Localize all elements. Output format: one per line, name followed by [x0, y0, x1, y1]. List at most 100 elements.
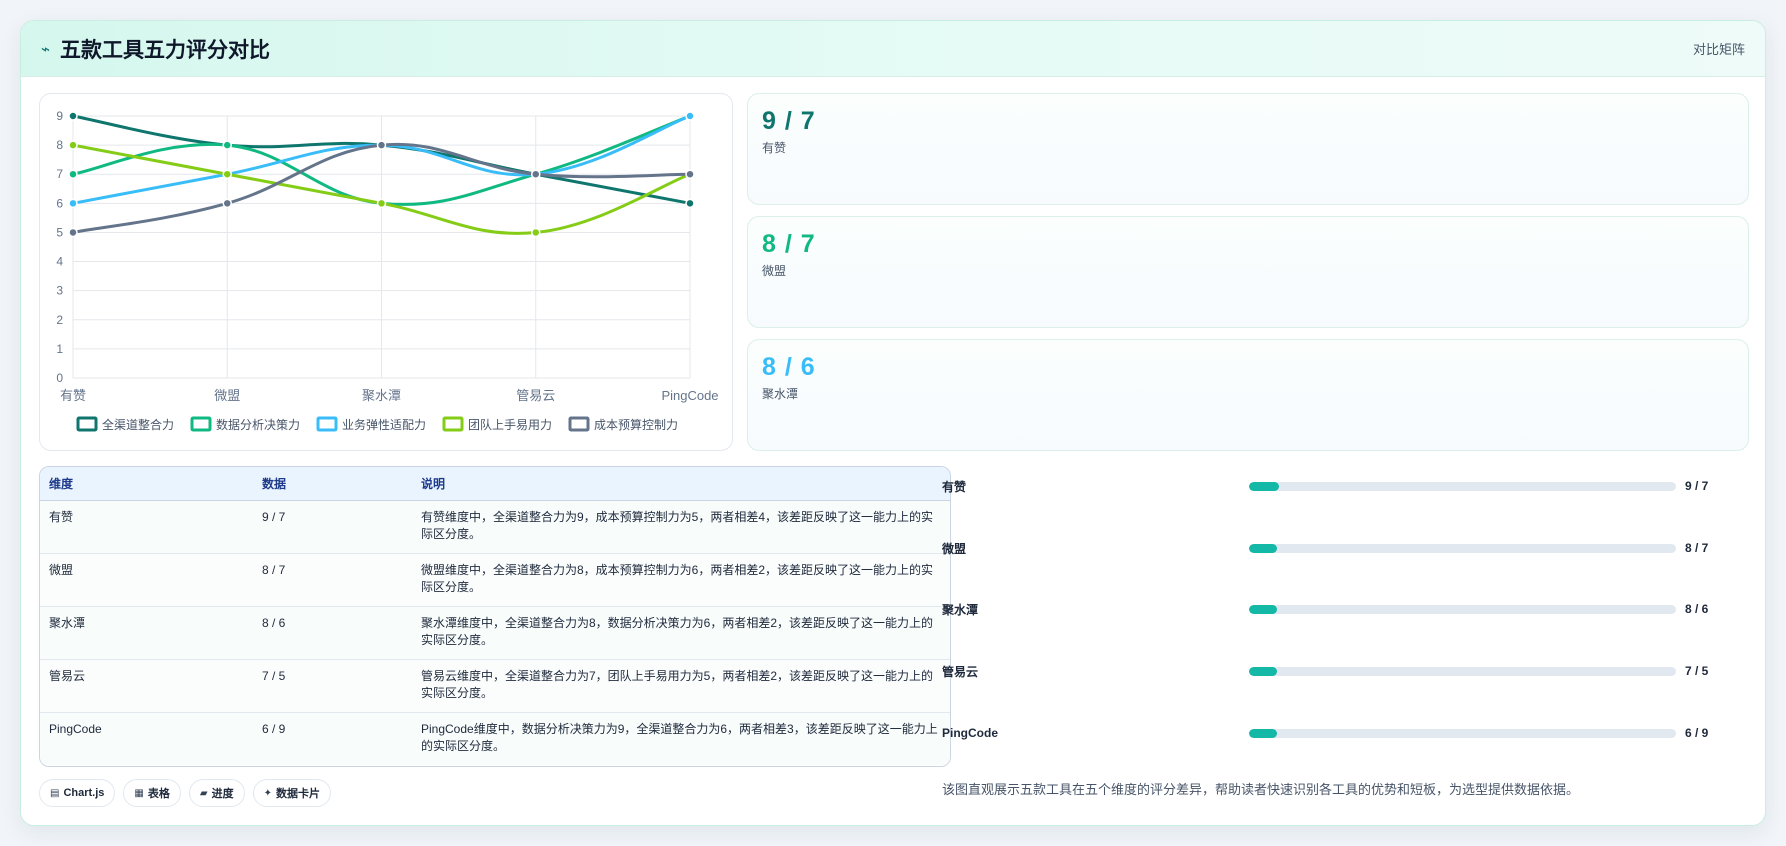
data-point [531, 169, 541, 179]
legend-label: 全渠道整合力 [102, 417, 174, 432]
cell-dimension: 微盟 [40, 553, 253, 607]
tech-chips: ▤ Chart.js ▦ 表格 ▰ 进度 ✦ 数据卡片 [39, 779, 331, 807]
kpi-label: 有赞 [762, 141, 787, 155]
y-tick-label: 2 [56, 313, 63, 327]
data-table: 维度 数据 说明 有赞 9 / 7 有赞维度中，全渠道整合力为9，成本预算控制力… [40, 467, 950, 765]
table-row: PingCode 6 / 9 PingCode维度中，数据分析决策力为9，全渠道… [40, 712, 950, 765]
table-row: 聚水潭 8 / 6 聚水潭维度中，全渠道整合力为8，数据分析决策力为6，两者相差… [40, 606, 950, 660]
data-point [68, 140, 78, 150]
cell-description: 聚水潭维度中，全渠道整合力为8，数据分析决策力为6，两者相差2，该差距反映了这一… [412, 606, 950, 660]
kpi-label: 微盟 [762, 264, 787, 278]
x-tick-label: 管易云 [516, 388, 555, 403]
cell-data: 7 / 5 [253, 659, 412, 713]
column-header-dimension: 维度 [40, 467, 253, 501]
x-tick-label: 聚水潭 [362, 388, 401, 403]
cell-description: PingCode维度中，数据分析决策力为9，全渠道整合力为6，两者相差3，该差距… [412, 712, 950, 765]
y-tick-label: 8 [56, 138, 63, 152]
column-header-data: 数据 [253, 467, 412, 501]
progress-value: 8 / 6 [1685, 602, 1709, 616]
cell-data: 8 / 6 [253, 606, 412, 660]
cell-description: 管易云维度中，全渠道整合力为7，团队上手易用力为5，两者相差2，该差距反映了这一… [412, 659, 950, 713]
legend-swatch [76, 416, 98, 432]
progress-label: PingCode [942, 726, 998, 740]
line-chart-panel: 0 1 2 3 4 5 6 7 8 9 有赞 微盟 聚水潭 管易云 PingCode 全渠道整合力 数据分析决策… [39, 93, 733, 451]
legend-label: 业务弹性适配力 [342, 417, 426, 432]
data-point [68, 169, 78, 179]
card-header: ⌁ 五款工具五力评分对比 对比矩阵 [21, 21, 1765, 77]
chip-label: 进度 [211, 788, 234, 800]
kpi-value: 8 / 7 [762, 230, 816, 258]
data-point [685, 111, 695, 121]
chart-icon: ▤ [50, 787, 60, 799]
table-row: 管易云 7 / 5 管易云维度中，全渠道整合力为7，团队上手易用力为5，两者相差… [40, 659, 950, 713]
data-point [222, 198, 232, 209]
chip-progress[interactable]: ▰ 进度 [188, 779, 245, 807]
data-point [531, 227, 541, 238]
progress-fill [1249, 666, 1277, 676]
cell-dimension: 有赞 [40, 500, 253, 554]
chip-table[interactable]: ▦ 表格 [123, 779, 181, 807]
cell-dimension: 聚水潭 [40, 606, 253, 660]
pulse-icon: ⌁ [41, 40, 51, 58]
progress-value: 9 / 7 [1685, 479, 1709, 493]
cell-data: 8 / 7 [253, 553, 412, 607]
y-tick-label: 7 [56, 167, 63, 181]
progress-label: 有赞 [942, 479, 967, 494]
x-tick-label: PingCode [661, 388, 718, 403]
y-tick-label: 5 [56, 225, 63, 239]
y-tick-label: 6 [56, 196, 63, 210]
progress-value: 7 / 5 [1685, 664, 1709, 678]
y-tick-label: 9 [56, 109, 63, 123]
progress-value: 8 / 7 [1685, 541, 1709, 555]
kpi-value: 8 / 6 [762, 353, 816, 381]
progress-track [1249, 604, 1676, 614]
y-tick-label: 3 [56, 284, 63, 298]
progress-value: 6 / 9 [1685, 726, 1709, 740]
chart-footnote: 该图直观展示五款工具在五个维度的评分差异，帮助读者快速识别各工具的优势和短板，为… [942, 782, 1580, 797]
kpi-label: 聚水潭 [762, 387, 799, 401]
view-tag[interactable]: 对比矩阵 [1693, 39, 1745, 58]
page-title: 五款工具五力评分对比 [60, 38, 271, 62]
progress-fill [1249, 728, 1277, 738]
progress-track [1249, 481, 1676, 491]
data-point [68, 227, 78, 238]
column-header-description: 说明 [412, 467, 950, 501]
data-point [68, 198, 78, 209]
y-tick-label: 0 [56, 371, 63, 385]
progress-label: 管易云 [942, 664, 979, 679]
legend-swatch [316, 416, 338, 432]
kpi-card-1: 9 / 7 有赞 [747, 93, 1749, 205]
sparkle-icon: ✦ [263, 787, 272, 799]
progress-row: 聚水潭 8 / 6 [942, 599, 1732, 619]
y-tick-label: 1 [56, 342, 63, 356]
chip-label: 表格 [147, 788, 170, 800]
progress-fill [1249, 481, 1279, 491]
progress-fill [1249, 604, 1277, 614]
data-point [685, 169, 695, 179]
progress-label: 聚水潭 [942, 602, 979, 617]
data-point [68, 111, 78, 121]
main-card: ⌁ 五款工具五力评分对比 对比矩阵 0 1 2 3 4 5 6 7 8 9 有赞 微盟 聚水潭 管易云 Pi… [20, 20, 1766, 826]
cell-data: 9 / 7 [253, 500, 412, 554]
legend-label: 成本预算控制力 [594, 417, 678, 432]
line-chart: 0 1 2 3 4 5 6 7 8 9 有赞 微盟 聚水潭 管易云 PingCode 全渠道整合力 数据分析决策… [56, 109, 718, 432]
legend-swatch [190, 416, 212, 432]
cell-data: 6 / 9 [253, 712, 412, 765]
chip-data-card[interactable]: ✦ 数据卡片 [252, 779, 331, 807]
legend-swatch [442, 416, 464, 432]
chip-label: 数据卡片 [275, 788, 320, 800]
chip-chartjs[interactable]: ▤ Chart.js [39, 779, 116, 807]
kpi-value: 9 / 7 [762, 107, 816, 135]
data-point [222, 140, 232, 150]
data-point [376, 140, 387, 150]
progress-row: PingCode 6 / 9 [942, 723, 1732, 743]
cell-dimension: PingCode [40, 712, 253, 765]
progress-fill [1249, 543, 1277, 553]
progress-track [1249, 543, 1676, 553]
progress-row: 管易云 7 / 5 [942, 661, 1732, 681]
chip-label: Chart.js [63, 787, 105, 799]
data-point [222, 169, 232, 179]
cell-dimension: 管易云 [40, 659, 253, 713]
progress-track [1249, 666, 1676, 676]
progress-label: 微盟 [942, 541, 967, 556]
